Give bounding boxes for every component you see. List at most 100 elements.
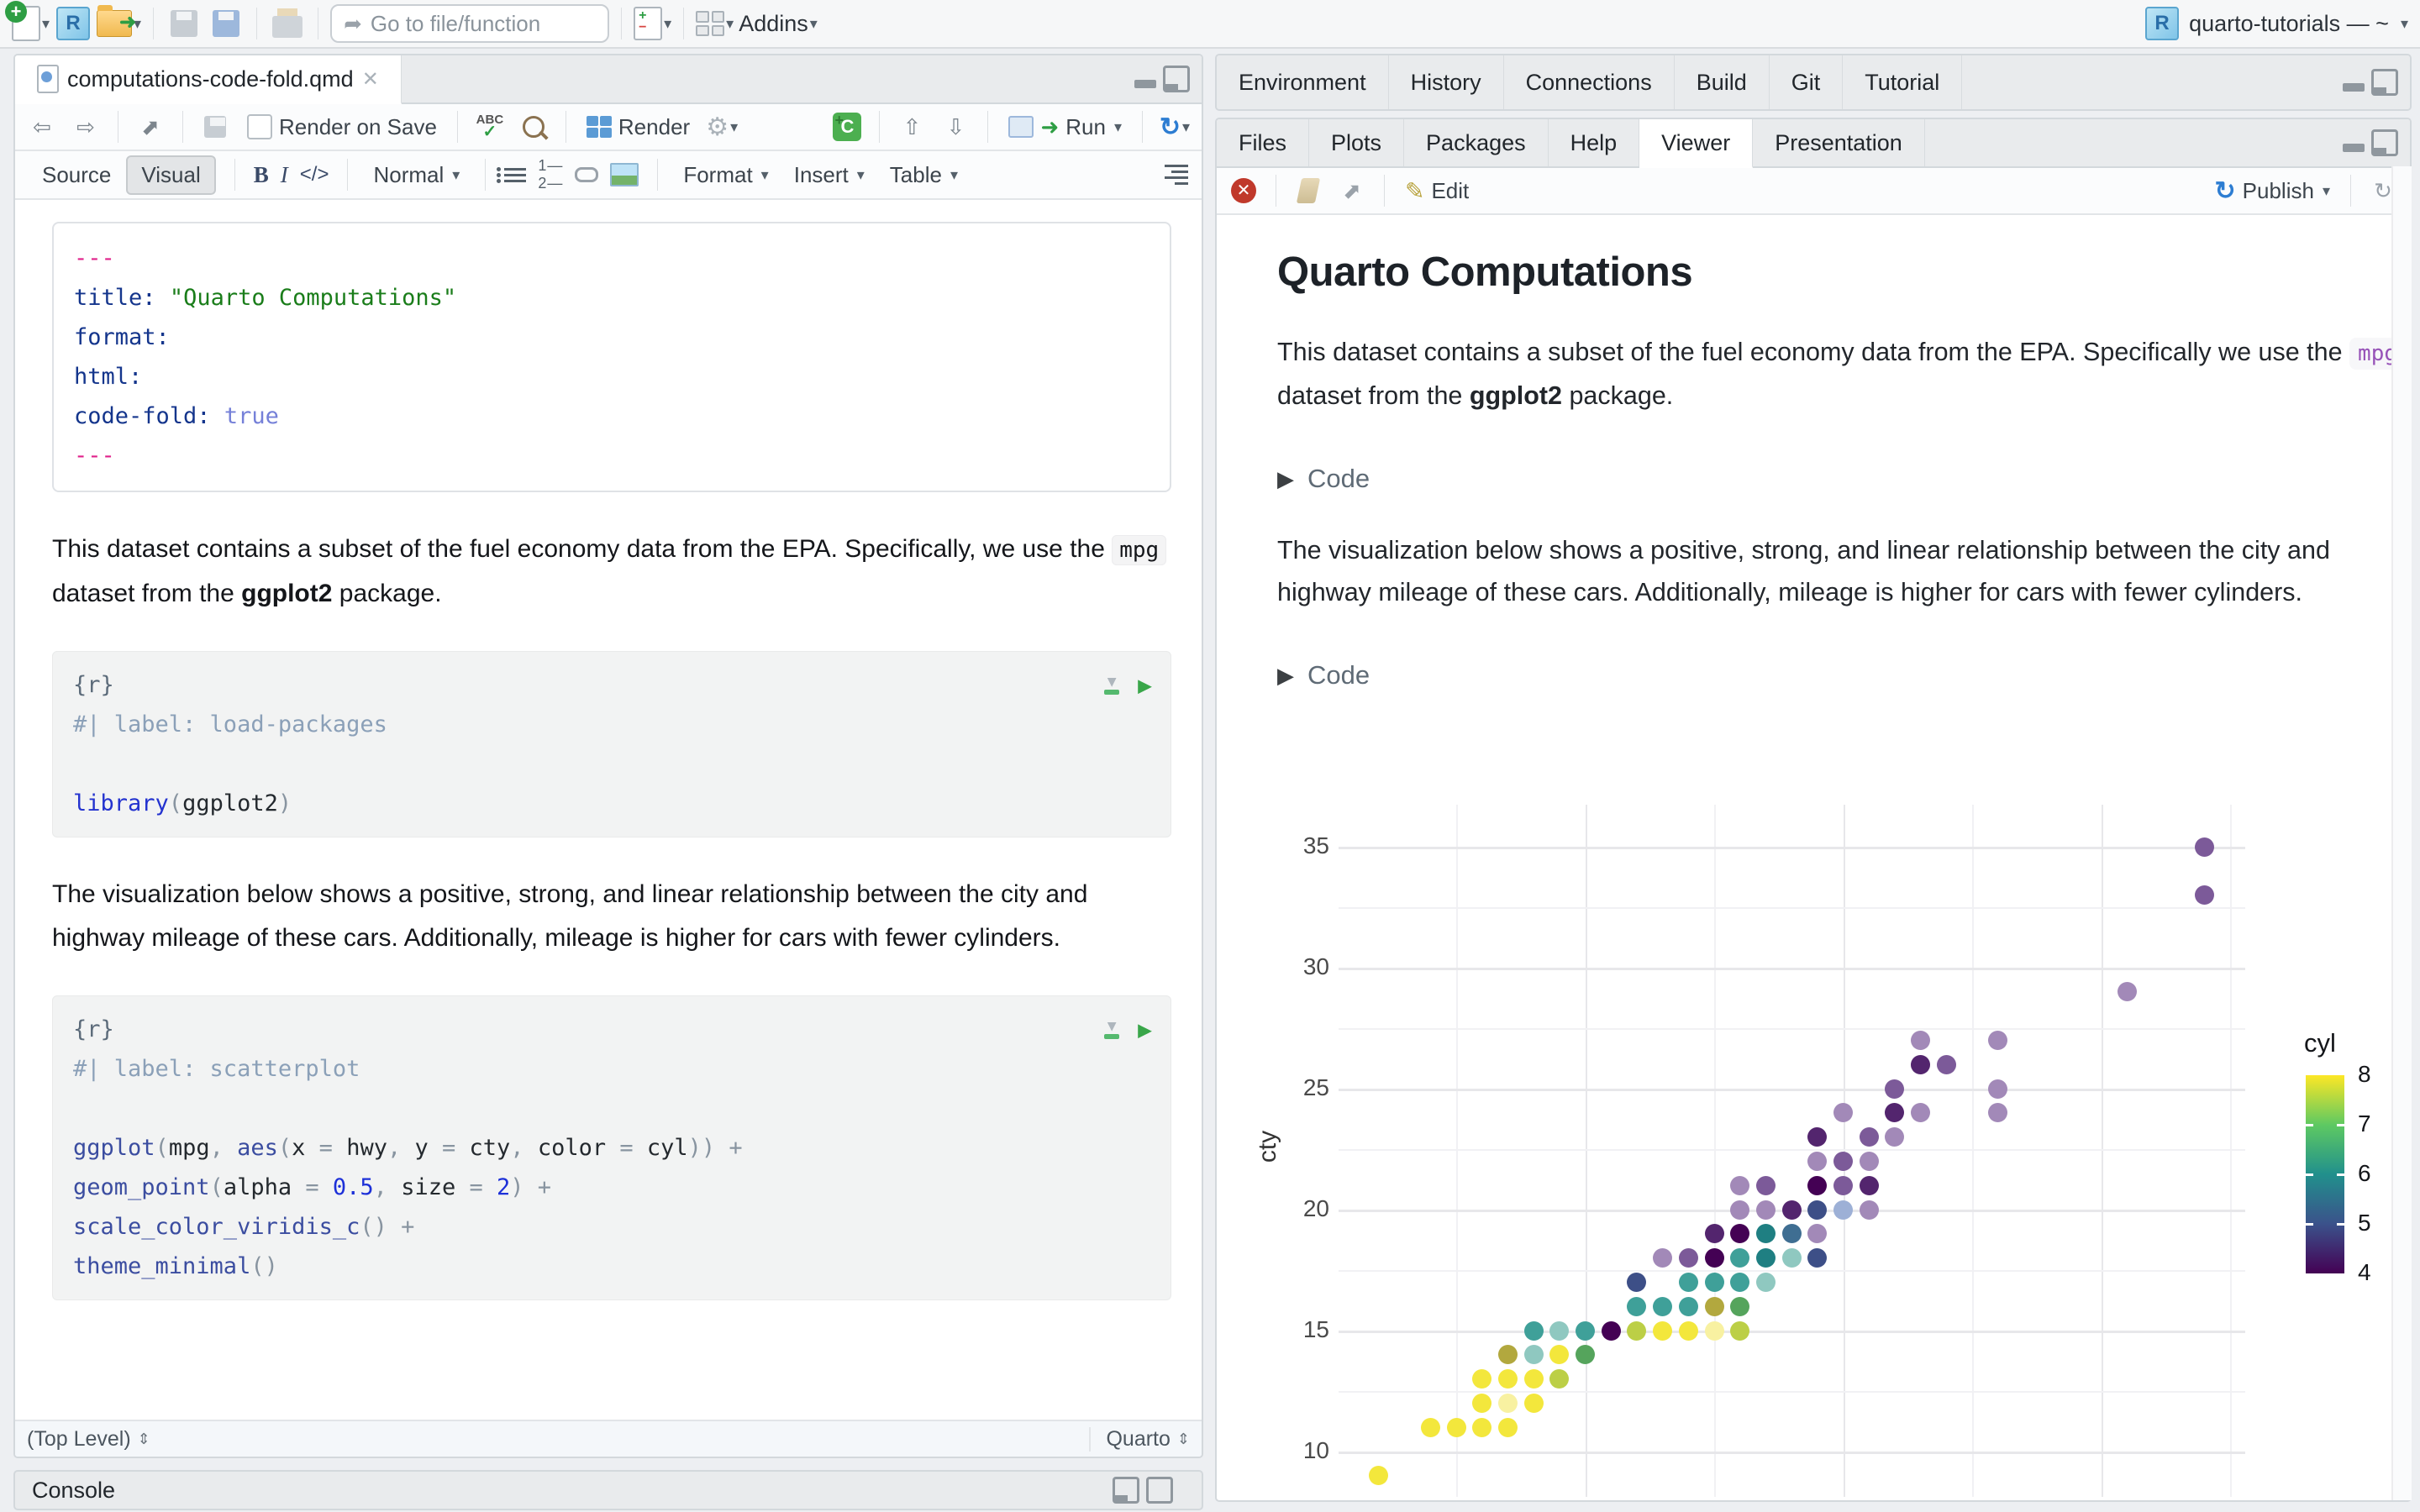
close-tab-icon[interactable]: ✕ — [362, 67, 379, 92]
doc-type-selector[interactable]: Quarto — [1089, 1426, 1171, 1452]
run-chunks-above-icon[interactable]: ▼ — [1104, 1018, 1120, 1039]
version-control-button[interactable]: + − ▾ — [634, 5, 671, 42]
image-button[interactable] — [610, 163, 639, 186]
forward-button[interactable]: ⇨ — [67, 108, 104, 145]
code-fold-toggle[interactable]: ▶ Code — [1277, 464, 2333, 494]
tab-plots[interactable]: Plots — [1309, 119, 1405, 166]
run-button[interactable]: ➜ Run ▾ — [1002, 109, 1128, 144]
viewer-scrollbar[interactable] — [2391, 166, 2412, 1500]
numbered-list-button[interactable]: 1— 2— — [538, 157, 563, 192]
insert-chunk-button[interactable]: C — [829, 106, 865, 145]
tab-viewer[interactable]: Viewer — [1639, 119, 1754, 168]
italic-button[interactable]: I — [281, 162, 288, 188]
project-icon: R — [2145, 7, 2180, 40]
render-on-save-checkbox[interactable]: Render on Save — [240, 109, 444, 144]
save-button[interactable] — [166, 5, 203, 42]
code-line: library(ggplot2) — [73, 784, 1150, 823]
text-span: = — [619, 1135, 647, 1161]
run-next-button[interactable]: ⇩ — [937, 108, 974, 145]
workspace-panes-button[interactable]: ▾ — [696, 5, 734, 42]
tab-environment[interactable]: Environment — [1217, 55, 1389, 109]
r-code-chunk[interactable]: {r} #| label: load-packages library(ggplo… — [52, 651, 1171, 837]
new-file-button[interactable]: + ▾ — [5, 1, 50, 42]
viewer-popout-button[interactable]: ⬈ — [1334, 172, 1370, 209]
minimize-pane-icon[interactable] — [2343, 132, 2365, 154]
tab-packages[interactable]: Packages — [1404, 119, 1549, 166]
addins-button[interactable]: Addins ▾ — [739, 5, 818, 42]
maximize-pane-icon[interactable] — [2371, 129, 2398, 156]
source-mode-button[interactable]: Source — [29, 157, 124, 193]
popout-button[interactable]: ⬈ — [132, 108, 169, 145]
maximize-pane-icon[interactable] — [1163, 66, 1190, 92]
code-fold-toggle[interactable]: ▶ Code — [1277, 660, 2333, 690]
run-chunk-icon[interactable]: ▶ — [1138, 665, 1152, 705]
tab-computations-code-fold[interactable]: computations-code-fold.qmd ✕ — [15, 55, 402, 104]
paragraph-style-dropdown[interactable]: Normal ▾ — [366, 157, 466, 192]
save-doc-button[interactable] — [197, 108, 234, 145]
save-icon — [171, 10, 198, 37]
tab-history[interactable]: History — [1389, 55, 1504, 109]
text-span: #| label: load-packages — [73, 711, 387, 738]
scatter-point — [1755, 1272, 1776, 1292]
qmd-file-icon — [37, 65, 59, 93]
run-chunk-icon[interactable]: ▶ — [1138, 1010, 1152, 1049]
project-menu-button[interactable]: R quarto-tutorials — ~ ▾ — [2145, 7, 2408, 40]
edit-button[interactable]: ✎ Edit — [1398, 173, 1476, 208]
tab-tutorial[interactable]: Tutorial — [1843, 55, 1963, 109]
publish-button[interactable]: ↻ Publish ▾ — [2208, 173, 2337, 208]
maximize-console-icon[interactable] — [1146, 1477, 1173, 1504]
link-button[interactable] — [575, 167, 599, 182]
format-menu[interactable]: Format ▾ — [676, 157, 775, 192]
publish-icon: ↻ — [1159, 113, 1181, 141]
minimize-pane-icon[interactable] — [2343, 71, 2365, 93]
maximize-pane-icon[interactable] — [2371, 69, 2398, 96]
bold-button[interactable]: B — [254, 162, 269, 188]
tab-build[interactable]: Build — [1675, 55, 1770, 109]
tab-connections[interactable]: Connections — [1504, 55, 1675, 109]
code-line: code-fold: true — [74, 396, 1150, 436]
code-line: --- — [74, 239, 1150, 278]
table-menu[interactable]: Table ▾ — [883, 157, 965, 192]
scatter-point — [1549, 1345, 1570, 1365]
tab-files[interactable]: Files — [1217, 119, 1310, 166]
stop-button[interactable]: ✕ — [1225, 172, 1262, 209]
tab-presentation[interactable]: Presentation — [1753, 119, 1925, 166]
text-span: "Quarto Computations" — [169, 285, 457, 311]
back-button[interactable]: ⇦ — [24, 108, 60, 145]
restore-console-icon[interactable] — [1113, 1477, 1139, 1504]
text-span: , — [209, 1135, 238, 1161]
goto-file-function-input[interactable]: ➦ Go to file/function — [330, 4, 610, 43]
yaml-metadata-block[interactable]: --- title: "Quarto Computations" format: h… — [52, 222, 1171, 492]
tab-help[interactable]: Help — [1549, 119, 1640, 166]
run-previous-button[interactable]: ⇧ — [893, 108, 930, 145]
insert-menu[interactable]: Insert ▾ — [787, 157, 871, 192]
spellcheck-button[interactable]: ABC ✓ — [471, 108, 508, 145]
print-button[interactable] — [269, 5, 306, 42]
open-file-button[interactable]: ➜ ▾ — [97, 5, 141, 42]
y-axis-tick-label: 25 — [1302, 1074, 1329, 1100]
outline-toggle-icon[interactable] — [1165, 165, 1188, 185]
minimize-pane-icon[interactable] — [1134, 68, 1156, 90]
r-code-chunk[interactable]: {r} #| label: scatterplot ggplot(mpg, aes… — [52, 995, 1171, 1300]
render-button[interactable]: Render — [580, 109, 697, 144]
save-all-button[interactable] — [208, 5, 245, 42]
scope-selector[interactable]: (Top Level) — [27, 1427, 131, 1452]
render-settings-button[interactable]: ⚙ ▾ — [703, 108, 740, 145]
text-span: cyl — [646, 1135, 688, 1161]
text-span: x — [292, 1135, 319, 1161]
y-axis-tick-label: 15 — [1302, 1316, 1329, 1342]
code-format-button[interactable]: </> — [300, 163, 329, 186]
tab-git[interactable]: Git — [1770, 55, 1844, 109]
scatter-point — [1807, 1224, 1828, 1244]
bullet-list-button[interactable] — [497, 166, 527, 183]
editor-document[interactable]: --- title: "Quarto Computations" format: h… — [15, 200, 1202, 1300]
code-line — [73, 1089, 1150, 1128]
source-publish-button[interactable]: ↻ ▾ — [1156, 108, 1193, 145]
console-pane-header[interactable]: Console — [13, 1470, 1203, 1510]
new-project-button[interactable]: R — [55, 5, 92, 42]
find-button[interactable] — [515, 108, 552, 145]
text-span: {r} — [73, 1016, 114, 1042]
visual-mode-button[interactable]: Visual — [126, 155, 216, 195]
run-chunks-above-icon[interactable]: ▼ — [1104, 674, 1120, 695]
clear-viewer-button[interactable] — [1290, 172, 1327, 209]
